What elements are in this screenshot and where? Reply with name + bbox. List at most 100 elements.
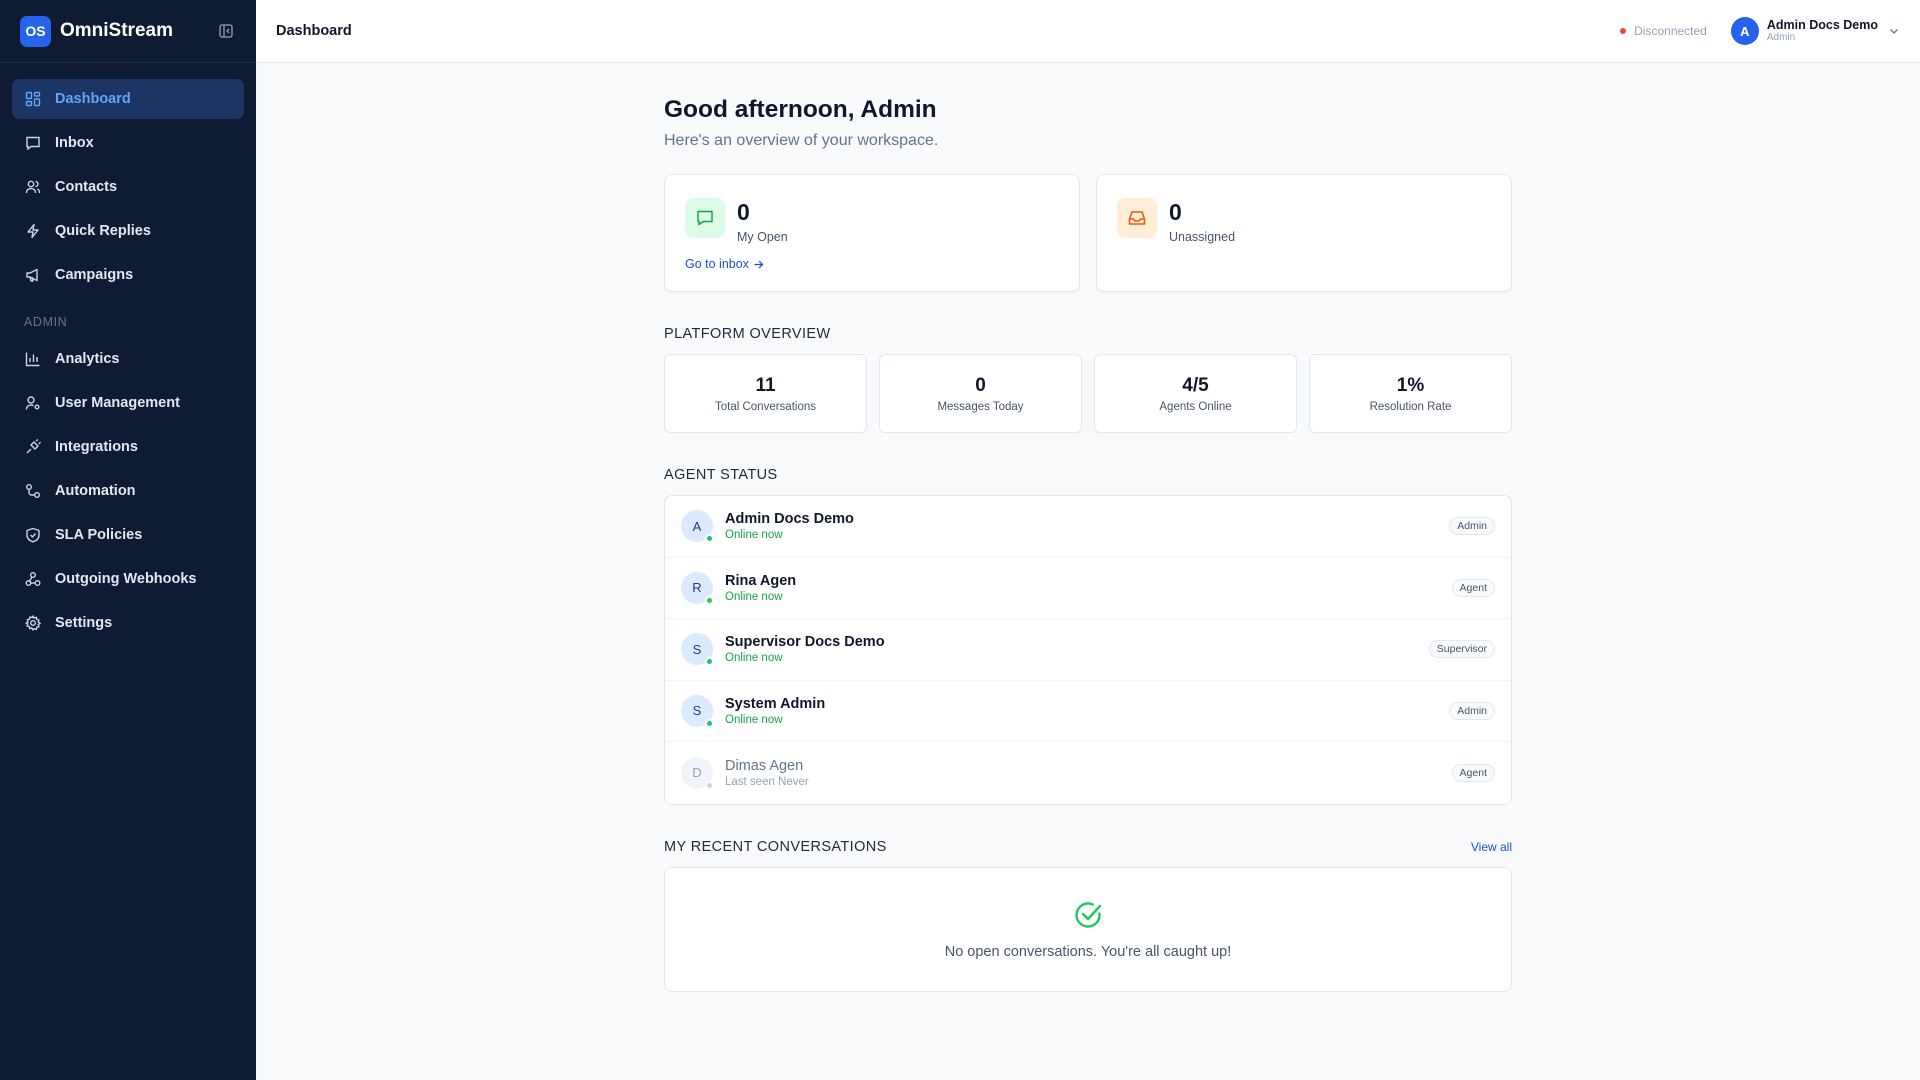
online-status-icon <box>705 595 714 605</box>
brand-name[interactable]: OmniStream <box>60 20 173 42</box>
recent-conversations-empty: No open conversations. You're all caught… <box>664 866 1512 992</box>
stat-label: Agents Online <box>1159 401 1232 413</box>
view-all-link[interactable]: View all <box>1471 840 1512 854</box>
sidebar-item-quick-replies[interactable]: Quick Replies <box>12 211 244 251</box>
agent-initial: S <box>692 641 702 657</box>
stat-label: Resolution Rate <box>1369 401 1452 413</box>
my-open-label: My Open <box>737 230 788 244</box>
users-icon <box>24 178 42 196</box>
online-status-icon <box>705 718 714 728</box>
inbox-tray-icon <box>1117 198 1157 238</box>
agent-status-title: AGENT STATUS <box>664 467 778 483</box>
stat-value: 0 <box>975 375 986 396</box>
gear-icon <box>24 614 42 632</box>
agent-name: Rina Agen <box>725 572 797 589</box>
stat-label: Total Conversations <box>715 401 816 413</box>
user-name: Admin Docs Demo <box>1766 17 1878 32</box>
sidebar-nav: Dashboard Inbox Contacts Quick Replies C… <box>0 63 256 643</box>
brand-header: OS OmniStream <box>0 0 256 63</box>
sidebar-item-campaigns[interactable]: Campaigns <box>12 255 244 295</box>
sidebar-item-label: Inbox <box>55 135 94 151</box>
collapse-sidebar-icon[interactable] <box>216 21 236 41</box>
user-info: Admin Docs Demo Admin <box>1766 17 1878 44</box>
main-content: Good afternoon, Admin Here's an overview… <box>664 96 1512 992</box>
chat-icon <box>685 198 725 238</box>
unassigned-count: 0 <box>1169 199 1182 225</box>
sidebar-item-sla-policies[interactable]: SLA Policies <box>12 515 244 555</box>
my-open-card: 0 My Open Go to inbox <box>664 174 1080 292</box>
agent-avatar: S <box>681 633 714 667</box>
agent-avatar: A <box>681 510 714 544</box>
agent-row: D Dimas Agen Last seen Never Agent <box>665 742 1511 804</box>
agent-avatar: S <box>681 694 714 728</box>
sidebar-item-label: Automation <box>55 483 136 499</box>
greeting-title: Good afternoon, Admin <box>664 96 937 123</box>
user-menu[interactable]: A Admin Docs Demo Admin <box>1730 17 1900 45</box>
brand-logo[interactable]: OS <box>20 15 51 47</box>
offline-status-icon <box>705 780 714 790</box>
sidebar-item-settings[interactable]: Settings <box>12 603 244 643</box>
user-cog-icon <box>24 394 42 412</box>
stat-value: 11 <box>755 375 776 396</box>
agent-info: System Admin Online now <box>725 696 825 726</box>
stat-value: 4/5 <box>1182 375 1209 396</box>
agent-row: S Supervisor Docs Demo Online now Superv… <box>665 619 1511 681</box>
stat-total-conversations: 11 Total Conversations <box>664 354 867 433</box>
agent-initial: D <box>692 765 702 781</box>
unassigned-card: 0 Unassigned <box>1096 174 1512 292</box>
sidebar-item-outgoing-webhooks[interactable]: Outgoing Webhooks <box>12 559 244 599</box>
megaphone-icon <box>24 266 42 284</box>
arrow-right-icon <box>754 260 764 268</box>
agent-row: S System Admin Online now Admin <box>665 681 1511 742</box>
agent-info: Dimas Agen Last seen Never <box>725 758 809 788</box>
sidebar-item-analytics[interactable]: Analytics <box>12 339 244 379</box>
avatar[interactable]: A <box>1730 17 1759 45</box>
agent-status-text: Online now <box>725 713 783 726</box>
sidebar: OS OmniStream Dashboard Inbox Contacts Q… <box>0 0 256 1080</box>
agent-avatar: R <box>681 571 714 605</box>
agent-row: R Rina Agen Online now Agent <box>665 558 1511 619</box>
sidebar-item-contacts[interactable]: Contacts <box>12 167 244 207</box>
agent-status-text: Last seen Never <box>725 775 809 788</box>
sidebar-item-label: Analytics <box>55 351 120 367</box>
status-dot-icon <box>1620 28 1627 34</box>
platform-overview-title: PLATFORM OVERVIEW <box>664 326 831 342</box>
connection-status-text: Disconnected <box>1634 24 1707 38</box>
sidebar-item-dashboard[interactable]: Dashboard <box>12 79 244 119</box>
sidebar-item-integrations[interactable]: Integrations <box>12 427 244 467</box>
agent-initial: A <box>692 518 702 534</box>
sidebar-item-label: SLA Policies <box>55 527 143 543</box>
go-to-inbox-label: Go to inbox <box>685 257 749 271</box>
chevron-down-icon[interactable] <box>1888 25 1900 37</box>
role-badge: Admin <box>1449 701 1495 720</box>
connection-status: Disconnected <box>1620 24 1707 38</box>
role-badge: Agent <box>1451 578 1495 597</box>
sidebar-item-label: Integrations <box>55 439 138 455</box>
greeting-subtitle: Here's an overview of your workspace. <box>664 132 939 149</box>
go-to-inbox-link[interactable]: Go to inbox <box>685 257 764 271</box>
sidebar-item-inbox[interactable]: Inbox <box>12 123 244 163</box>
my-open-count: 0 <box>737 199 750 225</box>
sidebar-item-label: Settings <box>55 615 113 631</box>
sidebar-item-label: Contacts <box>55 179 118 195</box>
role-badge: Agent <box>1451 763 1495 782</box>
role-badge: Supervisor <box>1428 640 1495 659</box>
plug-icon <box>24 438 42 456</box>
agent-name: System Admin <box>725 695 826 712</box>
shield-icon <box>24 526 42 544</box>
bar-chart-icon <box>24 350 42 368</box>
agent-avatar: D <box>681 756 714 790</box>
recent-conversations-title: MY RECENT CONVERSATIONS <box>664 838 887 855</box>
agent-info: Supervisor Docs Demo Online now <box>725 634 885 664</box>
online-status-icon <box>705 534 714 544</box>
agent-status-text: Online now <box>725 529 783 542</box>
sidebar-item-user-management[interactable]: User Management <box>12 383 244 423</box>
stat-agents-online: 4/5 Agents Online <box>1094 354 1297 433</box>
agent-name: Admin Docs Demo <box>725 511 854 528</box>
page-title: Dashboard <box>276 23 352 39</box>
topbar: Dashboard Disconnected A Admin Docs Demo… <box>256 0 1920 63</box>
agent-initial: R <box>692 580 702 596</box>
user-role: Admin <box>1766 32 1796 44</box>
sidebar-item-automation[interactable]: Automation <box>12 471 244 511</box>
workflow-icon <box>24 482 42 500</box>
